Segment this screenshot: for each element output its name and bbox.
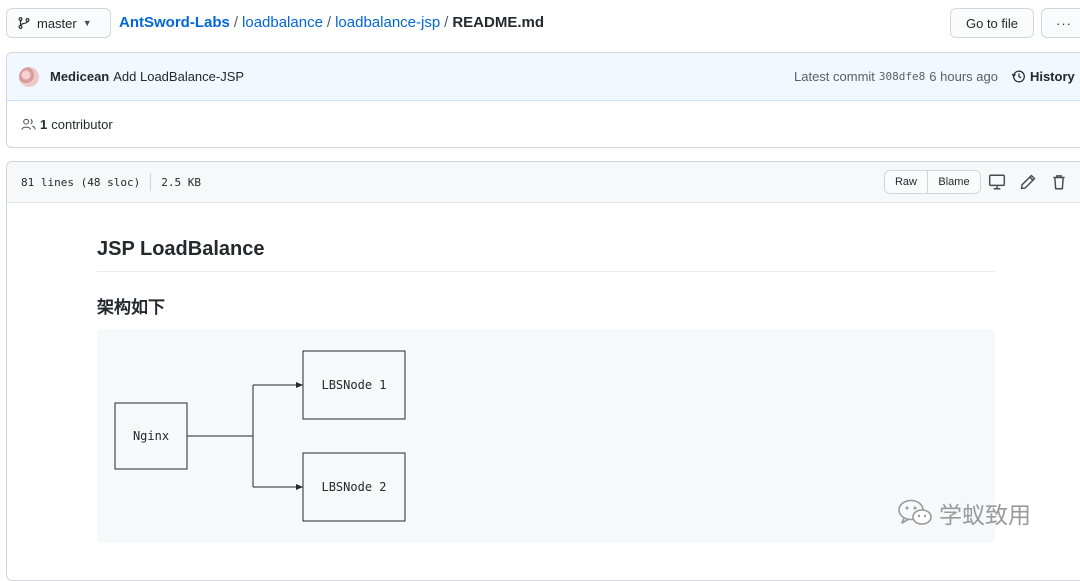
history-link[interactable]: History	[1011, 69, 1075, 84]
file-size: 2.5 KB	[161, 175, 201, 189]
wechat-icon	[898, 499, 932, 525]
contributors-row[interactable]: 1 contributor	[7, 101, 1080, 147]
breadcrumb: AntSword-Labs / loadbalance / loadbalanc…	[119, 14, 544, 31]
git-branch-icon	[18, 17, 30, 29]
more-options-button[interactable]: ···	[1041, 8, 1080, 38]
lbsnode2-label: LBSNode 2	[321, 480, 386, 494]
breadcrumb-folder-link[interactable]: loadbalance-jsp	[335, 14, 440, 31]
commit-message[interactable]: Add LoadBalance-JSP	[113, 69, 244, 84]
avatar[interactable]	[19, 66, 39, 87]
breadcrumb-separator: /	[233, 14, 239, 31]
breadcrumb-separator: /	[444, 14, 449, 31]
file-actions-group: Raw Blame	[884, 170, 981, 194]
file-header: 81 lines (48 sloc) 2.5 KB Raw Blame	[7, 162, 1080, 203]
file-line-count: 81 lines (48 sloc)	[21, 175, 141, 189]
desktop-icon[interactable]	[988, 173, 1006, 191]
go-to-file-button[interactable]: Go to file	[950, 8, 1034, 38]
divider	[150, 173, 152, 191]
people-icon	[21, 118, 36, 130]
readme-title: JSP LoadBalance	[97, 238, 995, 272]
commit-time: 6 hours ago	[929, 69, 998, 84]
breadcrumb-current-file: README.md	[452, 14, 545, 31]
commit-author[interactable]: Medicean	[50, 69, 109, 84]
watermark: 学蚁致用	[897, 496, 1031, 530]
history-label: History	[1029, 69, 1075, 84]
branch-select-button[interactable]: master ▼	[6, 8, 111, 38]
commit-meta: Latest commit 308dfe8 6 hours ago Histor…	[794, 69, 1075, 84]
breadcrumb-owner-link[interactable]: AntSword-Labs	[119, 14, 230, 31]
commit-sha-link[interactable]: 308dfe8	[879, 70, 925, 83]
file-info: 81 lines (48 sloc) 2.5 KB	[21, 173, 201, 191]
nginx-label: Nginx	[133, 429, 169, 443]
branch-name: master	[37, 15, 77, 31]
breadcrumb-repo-link[interactable]: loadbalance	[242, 14, 323, 31]
lbsnode1-label: LBSNode 1	[321, 378, 386, 392]
raw-button[interactable]: Raw	[884, 170, 928, 194]
pencil-icon[interactable]	[1019, 173, 1037, 191]
top-bar: master ▼ AntSword-Labs / loadbalance / l…	[0, 0, 1080, 46]
contributor-count: 1	[40, 117, 48, 132]
blame-button[interactable]: Blame	[928, 170, 981, 194]
breadcrumb-separator: /	[326, 14, 332, 31]
commit-box: Medicean Add LoadBalance-JSP Latest comm…	[6, 52, 1080, 148]
readme-subtitle: 架构如下	[97, 298, 165, 318]
contributor-label: contributor	[51, 117, 113, 132]
latest-commit-label: Latest commit	[794, 69, 875, 84]
architecture-diagram: Nginx LBSNode 1 LBSNode 2	[114, 350, 406, 522]
architecture-code-block: Nginx LBSNode 1 LBSNode 2	[97, 329, 995, 543]
history-icon	[1011, 70, 1025, 83]
chevron-down-icon: ▼	[82, 18, 92, 28]
watermark-text: 学蚁致用	[939, 503, 1031, 529]
latest-commit-row: Medicean Add LoadBalance-JSP Latest comm…	[7, 53, 1080, 101]
trash-icon[interactable]	[1050, 173, 1068, 191]
